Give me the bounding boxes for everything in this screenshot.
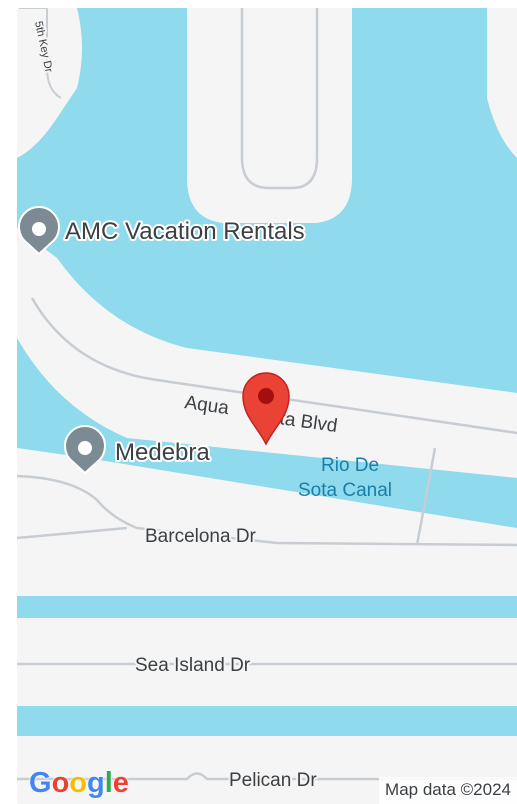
canal-label-line2: Sota Canal (298, 480, 392, 501)
poi-label-amc: AMC Vacation Rentals (65, 218, 305, 245)
google-logo[interactable]: Google (29, 767, 129, 800)
map-attribution[interactable]: Map data ©2024 (379, 777, 517, 804)
land-sea-island (17, 618, 517, 706)
map-view[interactable]: 5th Key Dr Aqua ta Blvd Barcelona Dr Sea… (17, 8, 517, 804)
google-logo-letter-g: G (29, 767, 52, 799)
street-label-pelican-dr: Pelican Dr (229, 770, 317, 791)
google-logo-letter-o1: o (51, 767, 70, 799)
canal-label-line1: Rio De (321, 455, 379, 476)
map-canvas: 5th Key Dr Aqua ta Blvd Barcelona Dr Sea… (17, 8, 517, 804)
google-logo-letter-e: e (112, 767, 129, 799)
poi-label-medebra: Medebra (115, 439, 210, 466)
google-logo-letter-o2: o (69, 767, 87, 799)
street-label-barcelona-dr: Barcelona Dr (145, 526, 257, 547)
google-logo-letter-g2: g (87, 767, 105, 799)
google-logo-letter-l: l (104, 767, 113, 799)
land-top-peninsula (187, 8, 352, 223)
street-label-sea-island-dr: Sea Island Dr (135, 655, 251, 676)
